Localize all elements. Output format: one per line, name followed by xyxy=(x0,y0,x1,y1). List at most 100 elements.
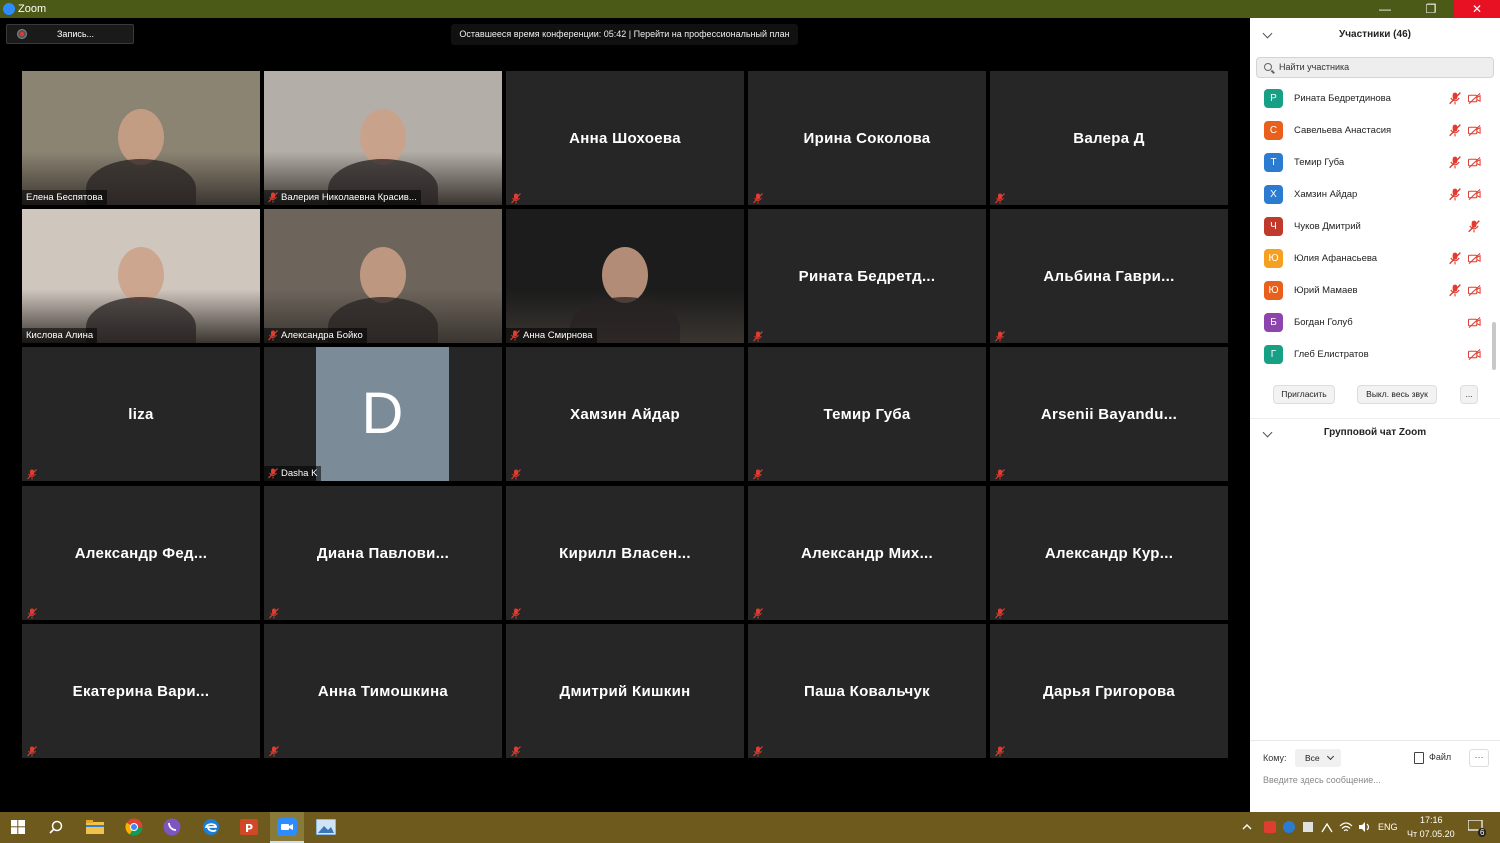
video-tile[interactable]: Дмитрий Кишкин xyxy=(506,624,744,758)
video-tile[interactable]: Александр Мих... xyxy=(748,486,986,620)
restore-button[interactable]: ❐ xyxy=(1408,0,1454,18)
chat-more-button[interactable]: ··· xyxy=(1469,749,1489,767)
chat-compose: Кому: Все Файл ··· Введите здесь сообщен… xyxy=(1250,740,1500,812)
video-tile[interactable]: Рината Бедретд... xyxy=(748,209,986,343)
muted-mic-icon[interactable] xyxy=(1449,252,1462,265)
participant-name: Богдан Голуб xyxy=(1294,317,1353,328)
camera-off-icon[interactable] xyxy=(1467,156,1481,169)
clock-date[interactable]: Чт 07.05.20 xyxy=(1407,829,1455,839)
participant-list-item[interactable]: Ю Юлия Афанасьева xyxy=(1250,243,1500,275)
participant-name: Александр Фед... xyxy=(74,544,208,562)
tray-chevron-up-icon[interactable] xyxy=(1240,816,1254,838)
participant-list-item[interactable]: С Савельева Анастасия xyxy=(1250,115,1500,147)
windows-start-icon[interactable] xyxy=(6,816,30,838)
video-tile[interactable]: Валера Д xyxy=(990,71,1228,205)
video-tile[interactable]: D Dasha K xyxy=(264,347,502,481)
video-tile[interactable]: Валерия Николаевна Красив... xyxy=(264,71,502,205)
participant-list-item[interactable]: Ч Чуков Дмитрий xyxy=(1250,211,1500,243)
video-tile[interactable]: Анна Шохоева xyxy=(506,71,744,205)
input-language[interactable]: ENG xyxy=(1378,822,1398,832)
close-button[interactable]: ✕ xyxy=(1454,0,1500,18)
meeting-time-banner[interactable]: Оставшееся время конференции: 05:42 | Пе… xyxy=(451,24,798,45)
camera-off-icon[interactable] xyxy=(1467,252,1481,265)
camera-off-icon[interactable] xyxy=(1467,348,1481,361)
video-tile[interactable]: Александра Бойко xyxy=(264,209,502,343)
camera-off-icon[interactable] xyxy=(1467,284,1481,297)
muted-mic-icon xyxy=(753,191,763,204)
minimize-button[interactable]: — xyxy=(1362,0,1408,18)
tray-network-icon[interactable] xyxy=(1319,816,1335,838)
chat-file-button[interactable]: Файл xyxy=(1412,752,1451,764)
video-tile[interactable]: Кислова Алина xyxy=(22,209,260,343)
camera-off-icon[interactable] xyxy=(1467,124,1481,137)
muted-mic-icon xyxy=(27,606,37,619)
video-tile[interactable]: Arsenii Bayandu... xyxy=(990,347,1228,481)
chrome-icon[interactable] xyxy=(122,816,146,838)
participant-list-item[interactable]: Т Темир Губа xyxy=(1250,147,1500,179)
edge-icon[interactable] xyxy=(199,816,223,838)
video-tile[interactable]: Екатерина Вари... xyxy=(22,624,260,758)
participant-search-input[interactable]: Найти участника xyxy=(1256,57,1494,78)
powerpoint-icon[interactable]: P xyxy=(237,816,261,838)
muted-mic-icon xyxy=(510,330,520,341)
mute-all-button[interactable]: Выкл. весь звук xyxy=(1357,385,1437,404)
participant-name: Рината Бедретд... xyxy=(798,267,936,285)
invite-button[interactable]: Пригласить xyxy=(1273,385,1335,404)
muted-mic-icon[interactable] xyxy=(1449,188,1462,201)
participant-list-item[interactable]: Р Рината Бедретдинова xyxy=(1250,83,1500,115)
video-tile[interactable]: Диана Павлови... xyxy=(264,486,502,620)
chat-chevron-down-icon[interactable] xyxy=(1262,427,1273,438)
video-feed xyxy=(22,209,260,343)
video-tile[interactable]: Ирина Соколова xyxy=(748,71,986,205)
muted-mic-icon[interactable] xyxy=(1449,284,1462,297)
camera-off-icon[interactable] xyxy=(1467,188,1481,201)
video-tile[interactable]: Александр Фед... xyxy=(22,486,260,620)
participant-name: Екатерина Вари... xyxy=(72,682,210,700)
muted-mic-icon[interactable] xyxy=(1449,92,1462,105)
muted-mic-icon xyxy=(511,744,521,757)
tray-security-icon[interactable] xyxy=(1300,816,1316,838)
photos-icon[interactable] xyxy=(314,816,338,838)
tray-volume-icon[interactable] xyxy=(1357,816,1373,838)
participant-list-item[interactable]: Б Богдан Голуб xyxy=(1250,307,1500,339)
participant-avatar: Х xyxy=(1264,185,1283,204)
chevron-down-icon[interactable] xyxy=(1262,28,1273,39)
muted-mic-icon xyxy=(269,606,279,619)
participant-name: Рината Бедретдинова xyxy=(1294,93,1391,104)
video-tile[interactable]: Хамзин Айдар xyxy=(506,347,744,481)
muted-mic-icon[interactable] xyxy=(1449,124,1462,137)
file-explorer-icon[interactable] xyxy=(83,816,107,838)
video-tile[interactable]: Анна Тимошкина xyxy=(264,624,502,758)
video-tile[interactable]: Паша Ковальчук xyxy=(748,624,986,758)
camera-off-icon[interactable] xyxy=(1467,92,1481,105)
zoom-icon[interactable] xyxy=(275,816,299,838)
more-options-button[interactable]: ... xyxy=(1460,385,1478,404)
participant-name: Дарья Григорова xyxy=(1042,682,1176,700)
video-tile[interactable]: Елена Беспятова xyxy=(22,71,260,205)
video-tile[interactable]: Альбина Гаври... xyxy=(990,209,1228,343)
clock-time[interactable]: 17:16 xyxy=(1420,815,1443,825)
tray-bluetooth-icon[interactable] xyxy=(1281,816,1297,838)
viber-icon[interactable] xyxy=(160,816,184,838)
video-tile[interactable]: Темир Губа xyxy=(748,347,986,481)
video-tile[interactable]: Александр Кур... xyxy=(990,486,1228,620)
muted-mic-icon[interactable] xyxy=(1449,156,1462,169)
participant-list-item[interactable]: Г Глеб Елистратов xyxy=(1250,339,1500,371)
chat-message-input[interactable]: Введите здесь сообщение... xyxy=(1263,775,1381,785)
search-icon[interactable] xyxy=(44,816,68,838)
chat-title: Групповой чат Zoom xyxy=(1323,427,1427,438)
tray-wifi-icon[interactable] xyxy=(1338,816,1354,838)
chat-recipient-select[interactable]: Все xyxy=(1295,749,1341,767)
tray-app-icon[interactable] xyxy=(1262,816,1278,838)
video-tile[interactable]: Дарья Григорова xyxy=(990,624,1228,758)
video-tile[interactable]: liza xyxy=(22,347,260,481)
record-button[interactable]: Запись... xyxy=(6,24,134,44)
participant-name: Юлия Афанасьева xyxy=(1294,253,1378,264)
participant-list-item[interactable]: Ю Юрий Мамаев xyxy=(1250,275,1500,307)
video-tile[interactable]: Анна Смирнова xyxy=(506,209,744,343)
participant-list-item[interactable]: Х Хамзин Айдар xyxy=(1250,179,1500,211)
participant-list-scrollbar[interactable] xyxy=(1492,322,1496,370)
muted-mic-icon[interactable] xyxy=(1468,220,1481,233)
camera-off-icon[interactable] xyxy=(1467,316,1481,329)
video-tile[interactable]: Кирилл Власен... xyxy=(506,486,744,620)
